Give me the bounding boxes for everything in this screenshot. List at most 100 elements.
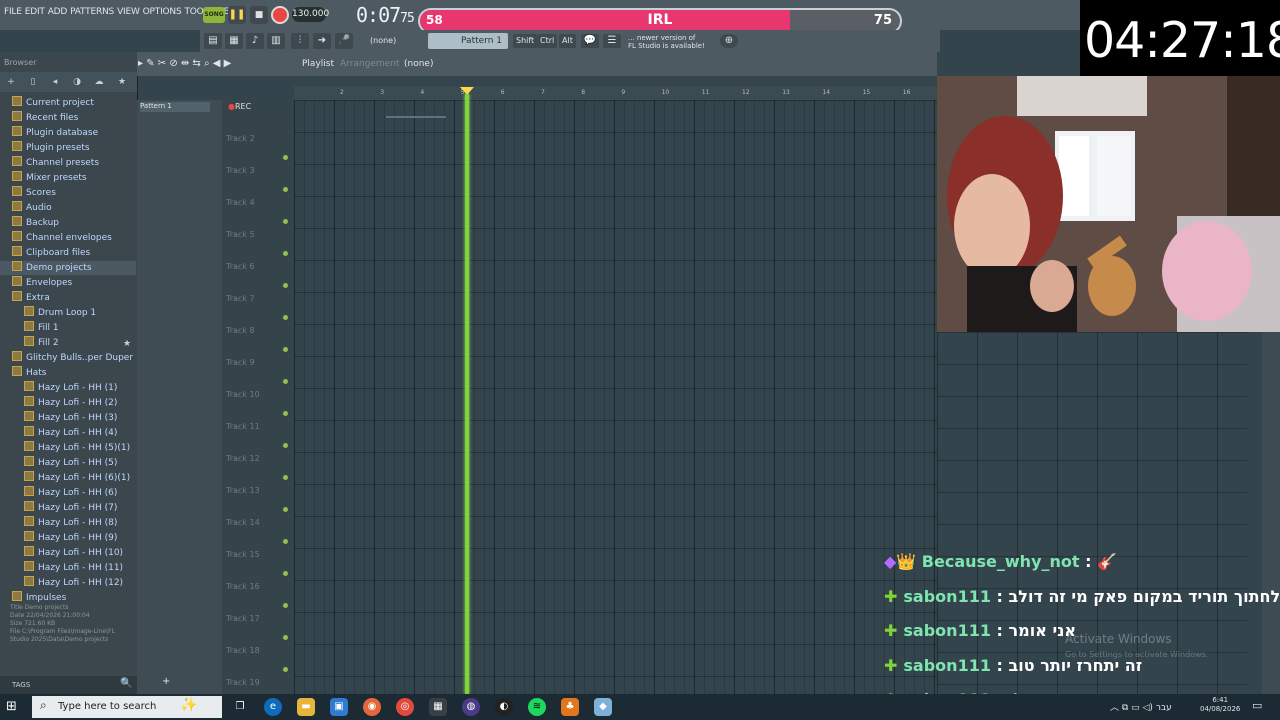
notification-icon[interactable]: ▭: [1252, 699, 1262, 712]
browser-item[interactable]: Hazy Lofi - HH (2): [0, 396, 136, 410]
search-icon[interactable]: 🔍: [120, 678, 132, 689]
browser-item[interactable]: Hazy Lofi - HH (8): [0, 516, 136, 530]
chrome-icon[interactable]: ◎: [396, 698, 414, 716]
explorer-icon[interactable]: ▬: [297, 698, 315, 716]
mixer-small-icon[interactable]: ◑: [70, 75, 84, 89]
track-mute-led[interactable]: [283, 155, 288, 160]
track-name[interactable]: Track 18: [226, 646, 286, 655]
vertical-scrollbar[interactable]: [1262, 332, 1280, 694]
spotify-icon[interactable]: ≋: [528, 698, 546, 716]
browser-item[interactable]: Scores: [0, 186, 136, 200]
arrangement-select[interactable]: (none): [404, 59, 433, 69]
track-name[interactable]: Track 12: [226, 454, 286, 463]
browser-item[interactable]: Hazy Lofi - HH (6)(1): [0, 471, 136, 485]
track-name[interactable]: Track 6: [226, 262, 286, 271]
browser-item[interactable]: Hazy Lofi - HH (5)(1): [0, 441, 136, 455]
track-mute-led[interactable]: [283, 283, 288, 288]
browser-item[interactable]: Fill 2: [0, 336, 136, 350]
playlist-tools[interactable]: ▸ ✎ ✂ ⊘ ⇹ ⇆ ⌕ ◀ ▶: [138, 58, 231, 69]
app-icon[interactable]: ◆: [594, 698, 612, 716]
chat-username[interactable]: sabon111: [903, 656, 991, 675]
windows-start-icon[interactable]: ⊞: [6, 699, 17, 714]
browser-item[interactable]: Hazy Lofi - HH (9): [0, 531, 136, 545]
add-icon[interactable]: +: [4, 75, 18, 89]
browser-item[interactable]: Hazy Lofi - HH (11): [0, 561, 136, 575]
piano-roll-icon[interactable]: ♪: [246, 33, 264, 49]
track-mute-led[interactable]: [283, 603, 288, 608]
track-mute-led[interactable]: [283, 667, 288, 672]
browser-item[interactable]: Channel envelopes: [0, 231, 136, 245]
update-hint[interactable]: ... newer version of FL Studio is availab…: [628, 34, 705, 50]
track-mute-led[interactable]: [283, 443, 288, 448]
star-icon[interactable]: ★: [115, 75, 129, 89]
chat-icon[interactable]: 💬: [581, 34, 599, 48]
shift-key[interactable]: Shift: [513, 34, 538, 48]
edge-icon[interactable]: e: [264, 698, 282, 716]
track-mute-led[interactable]: [283, 251, 288, 256]
track-mute-led[interactable]: [283, 507, 288, 512]
snap-select[interactable]: (none): [370, 36, 396, 45]
playhead[interactable]: [464, 94, 469, 694]
favorite-star-icon[interactable]: ★: [123, 339, 131, 349]
playlist-icon[interactable]: ▦: [225, 33, 243, 49]
track-name[interactable]: Track 13: [226, 486, 286, 495]
browser-item[interactable]: Hazy Lofi - HH (3): [0, 411, 136, 425]
chat-username[interactable]: Because_why_not: [922, 552, 1080, 571]
browser-item[interactable]: Hazy Lofi - HH (6): [0, 486, 136, 500]
browser-item[interactable]: Current project: [0, 96, 136, 110]
chat-username[interactable]: sabon111: [903, 621, 991, 640]
audio-clip[interactable]: [386, 116, 446, 118]
browser-item[interactable]: Hazy Lofi - HH (12): [0, 576, 136, 590]
track-name[interactable]: Track 19: [226, 678, 286, 687]
add-pattern-icon[interactable]: +: [162, 676, 170, 687]
menu-item-patterns[interactable]: PATTERNS: [70, 7, 114, 17]
track-mute-led[interactable]: [283, 539, 288, 544]
track-name[interactable]: Track 10: [226, 390, 286, 399]
chat-username[interactable]: sabon111: [903, 587, 991, 606]
song-mode-button[interactable]: SONG: [203, 7, 225, 23]
track-name[interactable]: Track 17: [226, 614, 286, 623]
alt-key[interactable]: Alt: [559, 34, 576, 48]
track-name[interactable]: Track 8: [226, 326, 286, 335]
browser-item[interactable]: Audio: [0, 201, 136, 215]
menu-item-edit[interactable]: EDIT: [25, 7, 45, 17]
track-mute-led[interactable]: [283, 219, 288, 224]
track-mute-led[interactable]: [283, 475, 288, 480]
fl-studio-icon[interactable]: ♣: [561, 698, 579, 716]
sparkle-icon[interactable]: ✨: [180, 697, 197, 713]
track-name[interactable]: Track 14: [226, 518, 286, 527]
arrangement-label[interactable]: Arrangement: [340, 59, 399, 69]
record-button[interactable]: [271, 6, 289, 24]
browser-item[interactable]: Hazy Lofi - HH (1): [0, 381, 136, 395]
stop-button[interactable]: ■: [250, 6, 268, 24]
track-name[interactable]: Track 15: [226, 550, 286, 559]
ctrl-key[interactable]: Ctrl: [537, 34, 558, 48]
browser-item[interactable]: Drum Loop 1: [0, 306, 136, 320]
browser-item[interactable]: Plugin presets: [0, 141, 136, 155]
pause-button[interactable]: ❚❚: [228, 6, 246, 24]
cloud-icon[interactable]: ☁: [92, 75, 106, 89]
pattern-clip-item[interactable]: Pattern 1: [140, 102, 210, 112]
browser-item[interactable]: Fill 1: [0, 321, 136, 335]
tile-icon[interactable]: ▤: [204, 33, 222, 49]
arrow-right-icon[interactable]: ➜: [313, 33, 331, 49]
track-mute-led[interactable]: [283, 635, 288, 640]
browser-item[interactable]: Hazy Lofi - HH (7): [0, 501, 136, 515]
browser-item[interactable]: Plugin database: [0, 126, 136, 140]
track-name[interactable]: Track 7: [226, 294, 286, 303]
track-mute-led[interactable]: [283, 347, 288, 352]
browser-item[interactable]: Impulses: [0, 591, 136, 605]
browser-item[interactable]: Hazy Lofi - HH (5): [0, 456, 136, 470]
tray-clock[interactable]: 6:41 04/08/2026: [1200, 696, 1240, 714]
list-icon[interactable]: ☰: [603, 34, 621, 48]
track-name[interactable]: Track 4: [226, 198, 286, 207]
menu-item-options[interactable]: OPTIONS: [143, 7, 182, 17]
channel-rack-icon[interactable]: ▥: [267, 33, 285, 49]
track-mute-led[interactable]: [283, 315, 288, 320]
track-name[interactable]: Track 11: [226, 422, 286, 431]
menu-item-file[interactable]: FILE: [4, 7, 22, 17]
browser-item[interactable]: Hats: [0, 366, 136, 380]
globe-icon[interactable]: ⊕: [720, 34, 738, 48]
browser-item[interactable]: Glitchy Bulls..per Duper Free: [0, 351, 136, 365]
task-view-icon[interactable]: ❐: [231, 698, 249, 716]
